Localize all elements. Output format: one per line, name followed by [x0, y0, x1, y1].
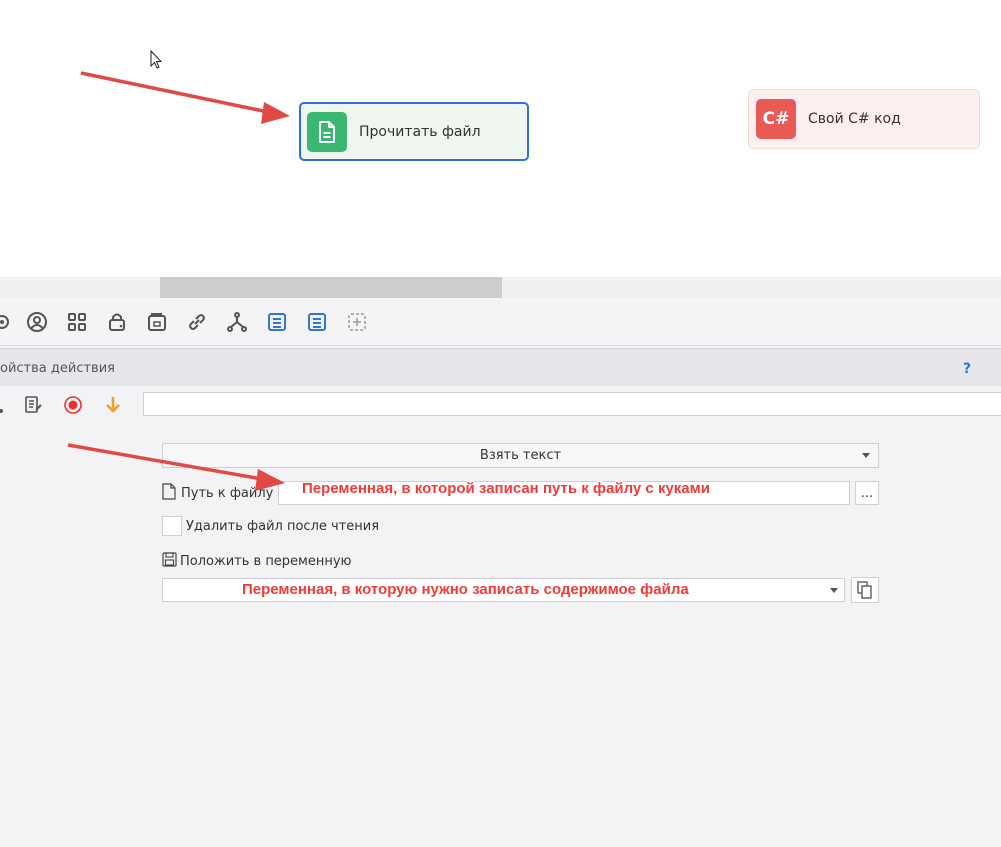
- link-icon[interactable]: [185, 310, 209, 334]
- node-label: Свой C# код: [808, 111, 901, 127]
- chevron-down-icon: [862, 453, 870, 458]
- add-box-icon[interactable]: [345, 310, 369, 334]
- save-to-variable-label: Положить в переменную: [180, 553, 352, 569]
- gear-icon[interactable]: [0, 310, 14, 334]
- properties-title: ойства действия: [0, 361, 115, 376]
- action-toolbar: [0, 298, 1001, 346]
- node-label: Прочитать файл: [359, 123, 481, 140]
- workflow-canvas[interactable]: Прочитать файл C# Свой C# код: [0, 0, 1001, 277]
- notes-icon[interactable]: [22, 394, 44, 416]
- save-to-variable-row: Положить в переменную: [162, 551, 352, 571]
- user-circle-icon[interactable]: [25, 310, 49, 334]
- record-icon[interactable]: [62, 394, 84, 416]
- copy-variable-button[interactable]: [851, 577, 879, 603]
- list-icon-2[interactable]: [305, 310, 329, 334]
- help-button[interactable]: ?: [963, 361, 971, 377]
- delete-after-read-checkbox[interactable]: [162, 516, 182, 536]
- file-icon: [162, 482, 176, 504]
- action-comment-input[interactable]: [143, 392, 1001, 416]
- app-root: Прочитать файл C# Свой C# код ойства дей…: [0, 0, 1001, 847]
- properties-panel: ойства действия ? Взять текст Путь к фай…: [0, 298, 1001, 847]
- mode-select-value: Взять текст: [479, 448, 562, 463]
- annotation-variable: Переменная, в которую нужно записать сод…: [242, 581, 689, 598]
- grid-icon[interactable]: [65, 310, 89, 334]
- scrollbar-thumb[interactable]: [160, 277, 502, 298]
- chevron-down-icon: [830, 588, 838, 593]
- lock-icon[interactable]: [105, 310, 129, 334]
- copy-icon: [857, 581, 872, 599]
- csharp-icon: C#: [756, 99, 796, 139]
- browse-button[interactable]: ...: [855, 481, 879, 505]
- delete-after-read-label: Удалить файл после чтения: [186, 519, 380, 534]
- arrow-down-icon[interactable]: [102, 394, 124, 416]
- settings-icon[interactable]: [0, 394, 16, 416]
- file-document-icon: [307, 111, 347, 152]
- properties-header: ойства действия ?: [0, 348, 1001, 386]
- node-read-file[interactable]: Прочитать файл: [299, 102, 529, 161]
- list-icon[interactable]: [265, 310, 289, 334]
- mouse-cursor-icon: [150, 49, 164, 74]
- path-row: Путь к файлу: [162, 481, 273, 505]
- save-icon: [162, 551, 177, 571]
- node-custom-csharp[interactable]: C# Свой C# код: [748, 89, 980, 149]
- annotation-path: Переменная, в которой записан путь к фай…: [302, 480, 710, 497]
- path-label: Путь к файлу: [181, 485, 274, 501]
- browser-tab-icon[interactable]: [145, 310, 169, 334]
- mode-select[interactable]: Взять текст: [162, 443, 879, 468]
- horizontal-scrollbar[interactable]: [0, 277, 1001, 298]
- branch-icon[interactable]: [225, 310, 249, 334]
